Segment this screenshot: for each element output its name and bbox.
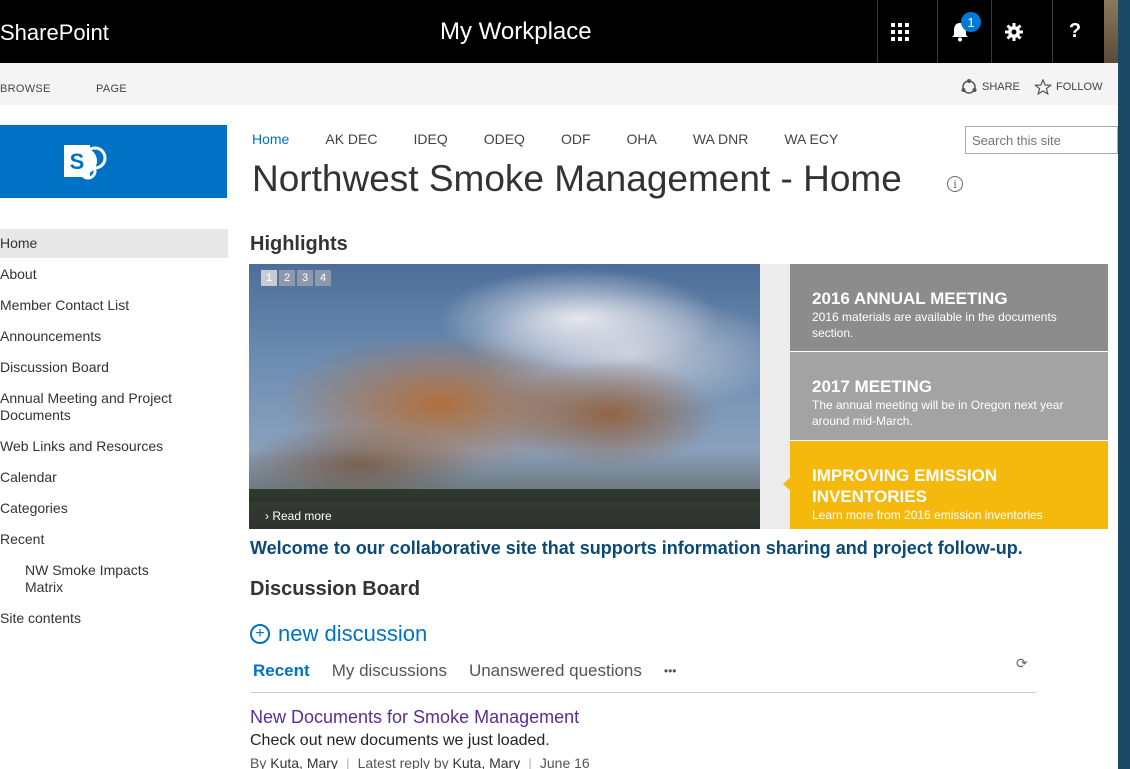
carousel-page-2[interactable]: 2 [279,270,295,286]
carousel-panel-emission-inventories[interactable]: IMPROVING EMISSION INVENTORIES Learn mor… [790,441,1108,529]
nav-item-about[interactable]: About [0,260,228,289]
carousel-page-1[interactable]: 1 [261,270,277,286]
nav-item-nw-smoke-impacts-matrix[interactable]: NW Smoke Impacts Matrix [0,556,180,602]
info-icon[interactable]: i [947,176,963,192]
panel-description: The annual meeting will be in Oregon nex… [812,398,1064,428]
reply-prefix: Latest reply by [357,755,449,769]
settings-button[interactable] [991,0,1036,63]
logo-letter: S [70,149,85,174]
sharepoint-logo-icon: S [64,145,107,180]
carousel-panel-annual-meeting[interactable]: 2016 ANNUAL MEETING 2016 materials are a… [790,264,1108,351]
carousel-page-4[interactable]: 4 [315,270,331,286]
share-button[interactable]: SHARE [960,79,1020,95]
read-more-link[interactable]: › Read more [249,501,760,529]
top-nav-wa-dnr[interactable]: WA DNR [693,131,748,147]
post-date: June 16 [539,755,590,769]
top-nav-odf[interactable]: ODF [561,131,591,147]
meta-separator: | [345,755,350,769]
post-author-link[interactable]: Kuta, Mary [270,755,338,769]
sharepoint-window: SharePoint My Workplace 1 ? BROWSE PAGE … [0,0,1118,769]
welcome-message: Welcome to our collaborative site that s… [250,538,1023,558]
nav-item-member-contact-list[interactable]: Member Contact List [0,291,228,320]
panel-description: Learn more from 2016 emission inventorie… [812,508,1043,522]
top-navigation: Home AK DEC IDEQ ODEQ ODF OHA WA DNR WA … [252,131,874,147]
notification-badge: 1 [961,12,981,32]
highlights-heading: Highlights [250,233,348,255]
new-discussion-label: new discussion [278,621,428,646]
ribbon-tab-page[interactable]: PAGE [96,83,127,95]
carousel-panel-2017-meeting[interactable]: 2017 MEETING The annual meeting will be … [790,352,1108,440]
discussion-post-body: Check out new documents we just loaded. [250,732,550,749]
ribbon-tab-browse[interactable]: BROWSE [0,83,51,95]
top-nav-home[interactable]: Home [252,131,289,147]
chevron-right-icon: › [265,509,269,523]
by-prefix: By [250,755,267,769]
suite-title: My Workplace [440,18,592,45]
share-icon [961,79,977,94]
follow-button[interactable]: FOLLOW [1034,79,1102,95]
top-nav-ideq[interactable]: IDEQ [413,131,447,147]
desktop-background [1118,0,1130,769]
gear-icon [1005,22,1023,41]
nav-item-announcements[interactable]: Announcements [0,322,228,351]
follow-label: FOLLOW [1056,81,1103,93]
suite-bar: SharePoint My Workplace 1 ? [0,0,1118,63]
top-nav-ak-dec[interactable]: AK DEC [325,131,377,147]
notifications-button[interactable] [937,0,982,63]
share-label: SHARE [982,81,1020,93]
top-nav-oha[interactable]: OHA [627,131,657,147]
page-title: Northwest Smoke Management - Home [252,158,902,199]
tab-recent[interactable]: Recent [253,661,310,681]
read-more-label: Read more [272,509,332,523]
top-nav-wa-ecy[interactable]: WA ECY [784,131,838,147]
carousel-selection-pointer [783,477,791,491]
nav-item-web-links[interactable]: Web Links and Resources [0,432,228,461]
star-icon [1034,79,1052,95]
left-navigation: Home About Member Contact List Announcem… [0,229,228,633]
user-avatar[interactable] [1104,0,1118,63]
nav-item-calendar[interactable]: Calendar [0,463,228,492]
more-options-button[interactable]: ••• [664,664,677,678]
discussion-divider [251,692,1036,693]
carousel-image[interactable]: 1 2 3 4 › Read more [249,264,760,529]
panel-description: 2016 materials are available in the docu… [812,310,1057,340]
help-icon: ? [1068,20,1082,42]
app-launcher-button[interactable] [877,0,922,63]
nav-item-site-contents[interactable]: Site contents [0,604,228,633]
panel-title: 2016 ANNUAL MEETING [812,289,1008,308]
tab-my-discussions[interactable]: My discussions [332,661,447,681]
tab-unanswered-questions[interactable]: Unanswered questions [469,661,642,681]
discussion-post-title[interactable]: New Documents for Smoke Management [250,707,579,728]
panel-title: 2017 MEETING [812,377,932,396]
nav-item-home[interactable]: Home [0,229,228,258]
panel-title: IMPROVING EMISSION INVENTORIES [812,466,998,506]
refresh-icon[interactable]: ⟳ [1016,655,1028,672]
help-button[interactable]: ? [1052,0,1097,63]
nav-item-annual-meeting-documents[interactable]: Annual Meeting and Project Documents [0,384,180,430]
site-logo[interactable]: S [0,125,227,198]
nav-item-categories[interactable]: Categories [0,494,228,523]
search-input[interactable] [965,126,1118,154]
plus-circle-icon: + [250,624,270,644]
top-nav-odeq[interactable]: ODEQ [484,131,525,147]
discussion-tabs: Recent My discussions Unanswered questio… [253,661,699,681]
carousel-page-3[interactable]: 3 [297,270,313,286]
nav-item-discussion-board[interactable]: Discussion Board [0,353,228,382]
meta-separator: | [528,755,532,769]
ribbon: BROWSE PAGE SHARE FOLLOW [0,63,1118,105]
nav-item-recent: Recent [0,531,45,547]
discussion-board-heading: Discussion Board [250,578,421,600]
carousel-pager: 1 2 3 4 [261,270,331,286]
new-discussion-link[interactable]: + new discussion [250,621,427,647]
discussion-post-meta: By Kuta, Mary | Latest reply by Kuta, Ma… [250,755,590,769]
sharepoint-brand[interactable]: SharePoint [0,20,109,46]
reply-author-link[interactable]: Kuta, Mary [453,755,521,769]
waffle-icon [891,22,909,41]
